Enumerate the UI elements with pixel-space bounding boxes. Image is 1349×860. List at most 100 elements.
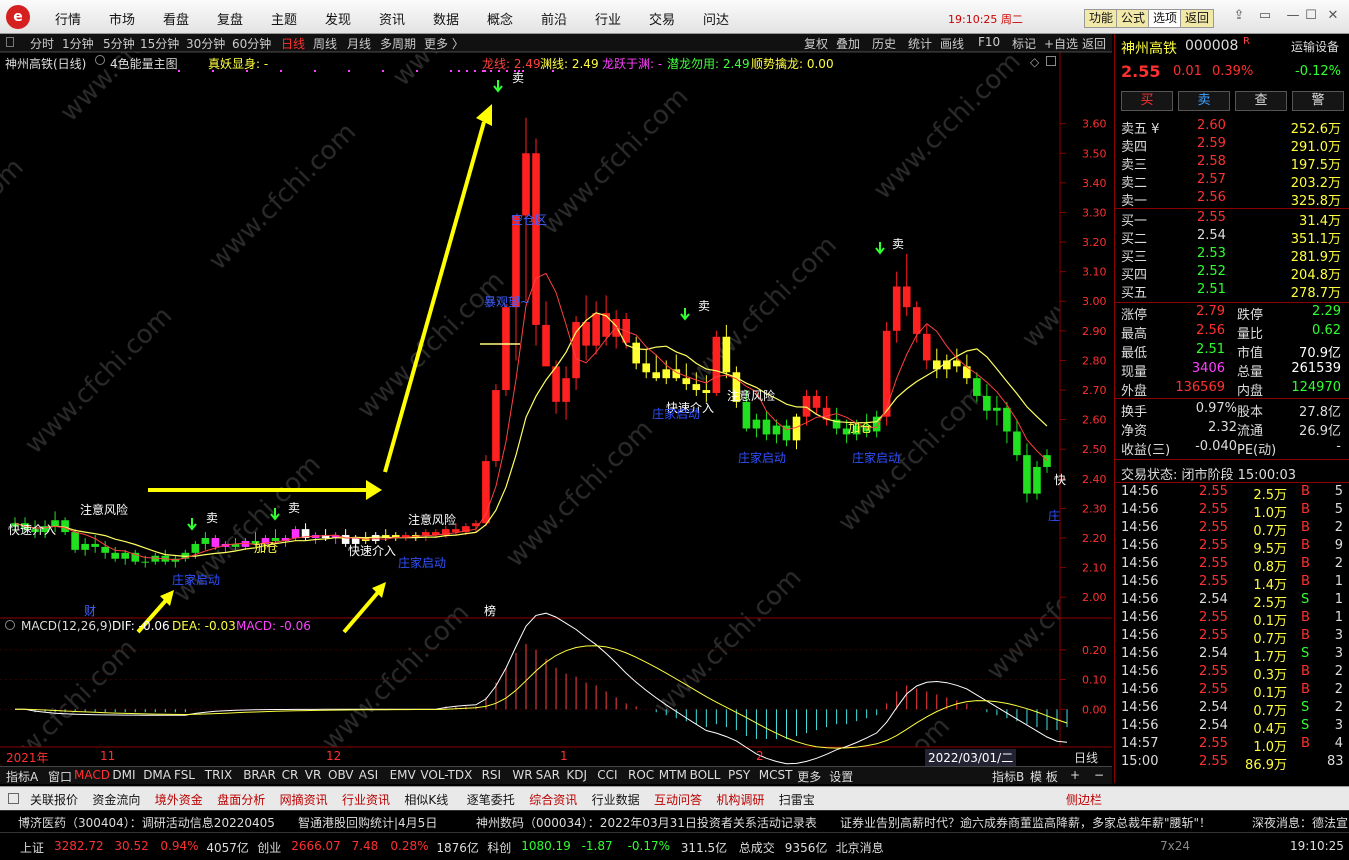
function-button[interactable]: 关联报价 bbox=[30, 791, 78, 808]
chart-canvas[interactable]: www.cfchi.com 3.603.503.403.303.203.103.… bbox=[0, 51, 1112, 767]
period-tab[interactable]: 分时 bbox=[30, 35, 54, 52]
top-button[interactable]: 公式 bbox=[1116, 9, 1151, 28]
indicator-tab[interactable]: CCI bbox=[597, 768, 617, 782]
period-tab[interactable]: 5分钟 bbox=[103, 35, 135, 52]
diamond-icon[interactable]: ◇ bbox=[1030, 55, 1039, 69]
menu-item[interactable]: 主题 bbox=[271, 9, 297, 28]
indicator-tab[interactable]: BOLL bbox=[690, 768, 721, 782]
indicator-tab[interactable]: PSY bbox=[728, 768, 750, 782]
function-button[interactable]: 盘面分析 bbox=[217, 791, 265, 808]
period-tab[interactable]: 15分钟 bbox=[140, 35, 179, 52]
chart-tool-button[interactable]: +自选 bbox=[1044, 35, 1078, 52]
chart-tool-button[interactable]: F10 bbox=[978, 35, 1000, 49]
chart-tool-button[interactable]: 叠加 bbox=[836, 35, 860, 52]
menu-item[interactable]: 数据 bbox=[433, 9, 459, 28]
chart-tool-button[interactable]: 复权 bbox=[804, 35, 828, 52]
collapse-icon[interactable] bbox=[6, 37, 14, 47]
trade-action-button[interactable]: 警 bbox=[1292, 91, 1344, 111]
menu-item[interactable]: 行情 bbox=[55, 9, 81, 28]
menu-item[interactable]: 市场 bbox=[109, 9, 135, 28]
indicator-set-tab[interactable]: 指标A bbox=[6, 768, 38, 785]
function-button[interactable]: 行业数据 bbox=[592, 791, 640, 808]
side-bar-button[interactable]: 侧边栏 bbox=[1066, 791, 1102, 808]
indicator-tab[interactable]: ASI bbox=[359, 768, 378, 782]
indicator-right-tab[interactable]: 模 板 bbox=[1030, 768, 1058, 785]
indicator-tab[interactable]: CR bbox=[282, 768, 299, 782]
period-tab[interactable]: 周线 bbox=[313, 35, 337, 52]
indicator-tab[interactable]: BRAR bbox=[243, 768, 276, 782]
period-tab[interactable]: 更多 〉 bbox=[424, 35, 464, 52]
skin-icon[interactable]: ▭ bbox=[1254, 6, 1276, 26]
kline-chart[interactable]: www.cfchi.com 3.603.503.403.303.203.103.… bbox=[0, 51, 1112, 767]
indicator-name[interactable]: 4色能量主图 bbox=[110, 55, 178, 72]
menu-item[interactable]: 交易 bbox=[649, 9, 675, 28]
indicator-right-tab[interactable]: + bbox=[1070, 768, 1080, 782]
chart-tool-button[interactable]: 历史 bbox=[872, 35, 896, 52]
function-button[interactable]: 行业资讯 bbox=[342, 791, 390, 808]
menu-item[interactable]: 资讯 bbox=[379, 9, 405, 28]
indicator-right-tab[interactable]: − bbox=[1094, 768, 1104, 782]
expand-icon[interactable] bbox=[1046, 56, 1056, 66]
function-button[interactable]: 境外资金 bbox=[155, 791, 203, 808]
indicator-tab[interactable]: TRIX bbox=[205, 768, 232, 782]
indicator-tab[interactable]: EMV bbox=[390, 768, 416, 782]
period-tab[interactable]: 60分钟 bbox=[232, 35, 271, 52]
indicator-tab[interactable]: WR bbox=[512, 768, 532, 782]
indicator-tab[interactable]: VR bbox=[305, 768, 322, 782]
function-button[interactable]: 互动问答 bbox=[654, 791, 702, 808]
news-item[interactable]: 智通港股回购统计|4月5日 bbox=[298, 814, 437, 831]
function-button[interactable]: 相似K线 bbox=[404, 791, 448, 808]
macd-toggle-icon[interactable] bbox=[5, 620, 15, 630]
indicator-tab[interactable]: KDJ bbox=[566, 768, 587, 782]
menu-item[interactable]: 问达 bbox=[703, 9, 729, 28]
indicator-tab[interactable]: DMA bbox=[143, 768, 171, 782]
indicator-tab[interactable]: 设置 bbox=[829, 768, 853, 785]
chart-tool-button[interactable]: 返回 bbox=[1082, 35, 1106, 52]
menu-item[interactable]: 发现 bbox=[325, 9, 351, 28]
period-tab[interactable]: 30分钟 bbox=[186, 35, 225, 52]
indicator-tab[interactable]: MCST bbox=[759, 768, 793, 782]
indicator-tab[interactable]: MACD bbox=[74, 768, 110, 782]
menu-item[interactable]: 前沿 bbox=[541, 9, 567, 28]
news-item[interactable]: 证券业告别高薪时代？逾六成券商董监高降薪，多家总裁年薪"腰斩"！ bbox=[840, 814, 1211, 831]
function-button[interactable]: 机构调研 bbox=[716, 791, 764, 808]
news-right[interactable]: 深夜消息：德法宣 bbox=[1252, 814, 1348, 831]
top-button[interactable]: 功能 bbox=[1084, 9, 1119, 28]
indicator-tab[interactable]: 更多 bbox=[797, 768, 821, 785]
indicator-tab[interactable]: ROC bbox=[628, 768, 654, 782]
close-icon[interactable]: ✕ bbox=[1322, 6, 1344, 26]
trade-action-button[interactable]: 卖 bbox=[1178, 91, 1230, 111]
function-button[interactable]: 资金流向 bbox=[92, 791, 140, 808]
chart-tool-button[interactable]: 画线 bbox=[940, 35, 964, 52]
trade-action-button[interactable]: 查 bbox=[1235, 91, 1287, 111]
period-tab[interactable]: 1分钟 bbox=[62, 35, 94, 52]
function-button[interactable]: 扫雷宝 bbox=[779, 791, 815, 808]
chart-tool-button[interactable]: 统计 bbox=[908, 35, 932, 52]
menu-item[interactable]: 复盘 bbox=[217, 9, 243, 28]
indicator-tab[interactable]: FSL bbox=[174, 768, 195, 782]
function-button[interactable]: 逐笔委托 bbox=[467, 791, 515, 808]
indicator-tab[interactable]: OBV bbox=[328, 768, 354, 782]
sector-name[interactable]: 运输设备 bbox=[1291, 38, 1339, 55]
indicator-tab[interactable]: RSI bbox=[482, 768, 502, 782]
menu-item[interactable]: 看盘 bbox=[163, 9, 189, 28]
news-item[interactable]: 博济医药（300404）：调研活动信息20220405 bbox=[18, 814, 275, 831]
indicator-toggle-icon[interactable] bbox=[95, 55, 105, 65]
function-button[interactable]: 综合资讯 bbox=[529, 791, 577, 808]
news-item[interactable]: 神州数码（000034）：2022年03月31日投资者关系活动记录表 bbox=[476, 814, 817, 831]
indicator-right-tab[interactable]: 指标B bbox=[992, 768, 1024, 785]
panel-toggle-icon[interactable] bbox=[8, 793, 19, 804]
indicator-set-tab[interactable]: 窗口 bbox=[48, 768, 72, 785]
period-tab[interactable]: 月线 bbox=[347, 35, 371, 52]
chart-tool-button[interactable]: 标记 bbox=[1012, 35, 1036, 52]
indicator-tab[interactable]: VOL-TDX bbox=[420, 768, 472, 782]
trade-action-button[interactable]: 买 bbox=[1121, 91, 1173, 111]
maximize-icon[interactable]: ☐ bbox=[1300, 6, 1322, 26]
indicator-tab[interactable]: DMI bbox=[112, 768, 135, 782]
indicator-tab[interactable]: SAR bbox=[536, 768, 560, 782]
menu-item[interactable]: 行业 bbox=[595, 9, 621, 28]
top-button[interactable]: 返回 bbox=[1180, 9, 1215, 28]
period-tab[interactable]: 多周期 bbox=[380, 35, 416, 52]
pin-icon[interactable]: ⇪ bbox=[1228, 6, 1250, 26]
indicator-tab[interactable]: MTM bbox=[659, 768, 687, 782]
